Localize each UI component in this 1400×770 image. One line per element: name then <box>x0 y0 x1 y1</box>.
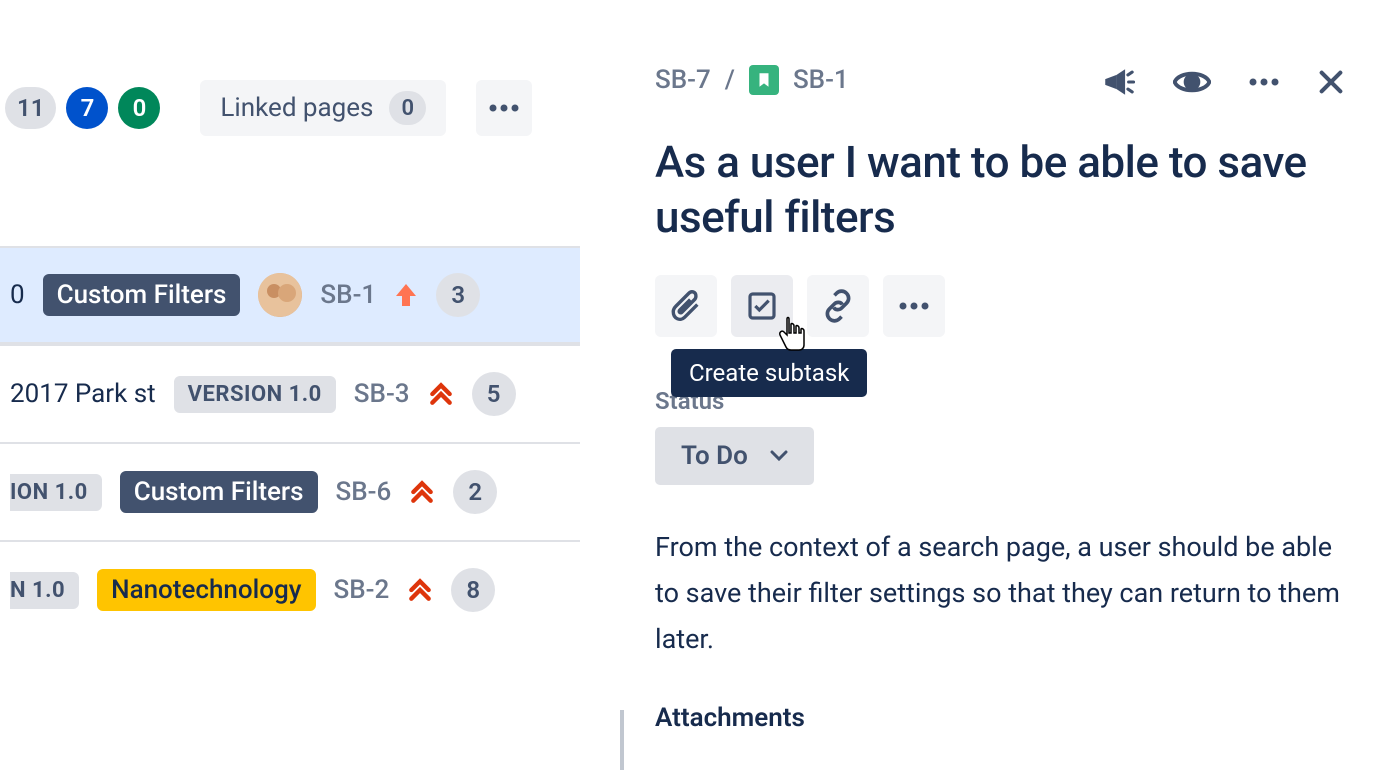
issue-key: SB-3 <box>354 379 410 409</box>
feedback-button[interactable] <box>1101 65 1135 99</box>
tooltip-create-subtask: Create subtask <box>671 349 867 397</box>
more-content-button[interactable] <box>883 275 945 337</box>
close-button[interactable] <box>1317 68 1345 96</box>
story-points: 3 <box>436 273 480 317</box>
priority-highest-icon <box>409 479 435 505</box>
breadcrumb-current[interactable]: SB-1 <box>793 65 849 95</box>
backlog-row[interactable]: ION 1.0 Custom Filters SB-6 2 <box>0 442 580 540</box>
version-tag-trunc: N 1.0 <box>10 572 79 609</box>
linked-pages-button[interactable]: Linked pages 0 <box>200 80 446 136</box>
story-points: 8 <box>451 568 495 612</box>
row-lead-text: 2017 Park st <box>10 379 156 409</box>
more-menu-button[interactable] <box>476 80 532 136</box>
version-tag[interactable]: VERSION 1.0 <box>174 376 336 413</box>
issue-key: SB-1 <box>320 280 376 310</box>
status-dropdown[interactable]: To Do <box>655 427 814 485</box>
backlog-row[interactable]: 2017 Park st VERSION 1.0 SB-3 5 <box>0 344 580 442</box>
row-lead-text: 0 <box>10 280 25 310</box>
issue-title[interactable]: As a user I want to be able to save usef… <box>655 135 1345 245</box>
attach-button[interactable] <box>655 275 717 337</box>
linked-pages-count: 0 <box>389 91 426 125</box>
version-tag-trunc: ION 1.0 <box>10 474 102 511</box>
breadcrumb-separator: / <box>725 65 735 95</box>
watch-button[interactable] <box>1173 67 1211 97</box>
priority-highest-icon <box>407 577 433 603</box>
ellipsis-icon <box>489 104 519 112</box>
priority-medium-icon <box>394 282 418 308</box>
story-type-icon <box>749 65 779 95</box>
ellipsis-icon <box>899 302 929 310</box>
issue-description[interactable]: From the context of a search page, a use… <box>655 525 1345 663</box>
story-points: 2 <box>453 470 497 514</box>
issue-key: SB-2 <box>334 575 390 605</box>
link-icon <box>821 289 855 323</box>
label-tag[interactable]: Custom Filters <box>120 471 318 513</box>
backlog-row[interactable]: 0 Custom Filters SB-1 3 <box>0 246 580 344</box>
link-button[interactable] <box>807 275 869 337</box>
breadcrumb-parent[interactable]: SB-7 <box>655 65 711 95</box>
backlog-row[interactable]: N 1.0 Nanotechnology SB-2 8 <box>0 540 580 638</box>
paperclip-icon <box>669 289 703 323</box>
label-tag[interactable]: Custom Filters <box>43 274 241 316</box>
story-points: 5 <box>472 372 516 416</box>
attachments-heading: Attachments <box>655 703 1345 733</box>
issue-key: SB-6 <box>336 477 392 507</box>
create-subtask-button[interactable] <box>731 275 793 337</box>
priority-highest-icon <box>428 381 454 407</box>
panel-divider <box>620 710 624 770</box>
linked-pages-label: Linked pages <box>220 93 373 123</box>
pill-count-grey[interactable]: 11 <box>5 87 56 129</box>
label-tag[interactable]: Nanotechnology <box>97 569 315 611</box>
assignee-avatar[interactable] <box>258 273 302 317</box>
status-value: To Do <box>681 441 748 471</box>
subtask-icon <box>746 290 778 322</box>
chevron-down-icon <box>770 450 788 462</box>
pill-count-blue[interactable]: 7 <box>66 87 108 129</box>
pill-count-green[interactable]: 0 <box>118 87 160 129</box>
backlog-list: 0 Custom Filters SB-1 3 2017 Park st VER… <box>0 246 580 638</box>
more-actions-button[interactable] <box>1249 78 1279 86</box>
